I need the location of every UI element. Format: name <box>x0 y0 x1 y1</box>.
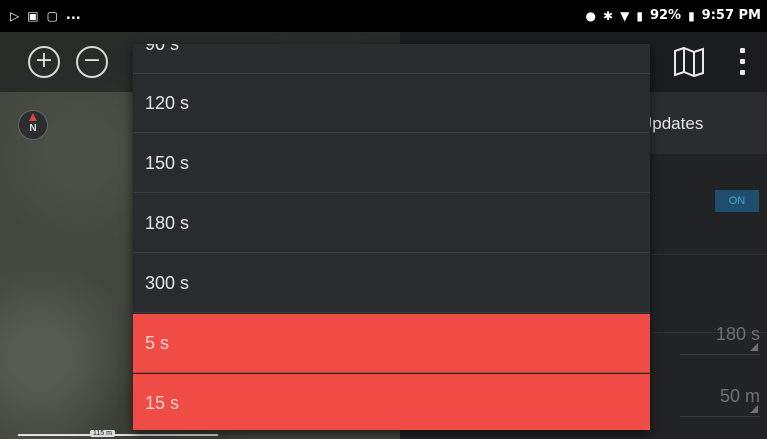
clock: 9:57 PM <box>701 8 761 23</box>
battery-icon: ▮ <box>688 8 695 23</box>
wifi-icon: ▼ <box>620 8 630 23</box>
map-icon[interactable] <box>672 46 706 78</box>
option-180s[interactable]: 180 s <box>133 194 650 253</box>
status-right: ● ✱ ▼ ▮ 92% ▮ 9:57 PM <box>586 8 761 23</box>
option-300s[interactable]: 300 s <box>133 254 650 313</box>
signal-icon: ▮ <box>636 8 643 23</box>
battery-percent: 92% <box>649 8 682 23</box>
option-15s[interactable]: 15 s <box>133 374 650 430</box>
option-150s[interactable]: 150 s <box>133 134 650 193</box>
location-icon: ● <box>585 8 597 23</box>
interval-dropdown-list[interactable]: 90 s 120 s 150 s 180 s 300 s 5 s 15 s <box>133 44 650 430</box>
compass-needle-icon <box>29 113 37 121</box>
option-5s[interactable]: 5 s <box>133 314 650 373</box>
bluetooth-icon: ✱ <box>603 8 614 23</box>
play-store-icon: ▷ <box>10 8 20 23</box>
status-left: ▷ ▣ ▢ ... <box>10 8 81 23</box>
option-90s[interactable]: 90 s <box>133 44 650 74</box>
more-notifications: ... <box>65 8 81 23</box>
status-bar: ▷ ▣ ▢ ... ● ✱ ▼ ▮ 92% ▮ 9:57 PM <box>0 0 767 32</box>
zoom-out-button[interactable]: − <box>76 46 108 78</box>
compass-button[interactable]: N <box>18 110 48 140</box>
overflow-menu-icon[interactable] <box>740 48 746 76</box>
zoom-in-button[interactable]: + <box>28 46 60 78</box>
distance-field[interactable]: 50 m <box>680 386 760 417</box>
option-120s[interactable]: 120 s <box>133 74 650 133</box>
gallery-icon: ▣ <box>27 8 39 23</box>
screenshot-icon: ▢ <box>46 8 58 23</box>
interval-field[interactable]: 180 s <box>680 324 760 355</box>
scale-label: 115 m <box>90 430 115 437</box>
updates-toggle[interactable]: ON <box>715 190 759 212</box>
